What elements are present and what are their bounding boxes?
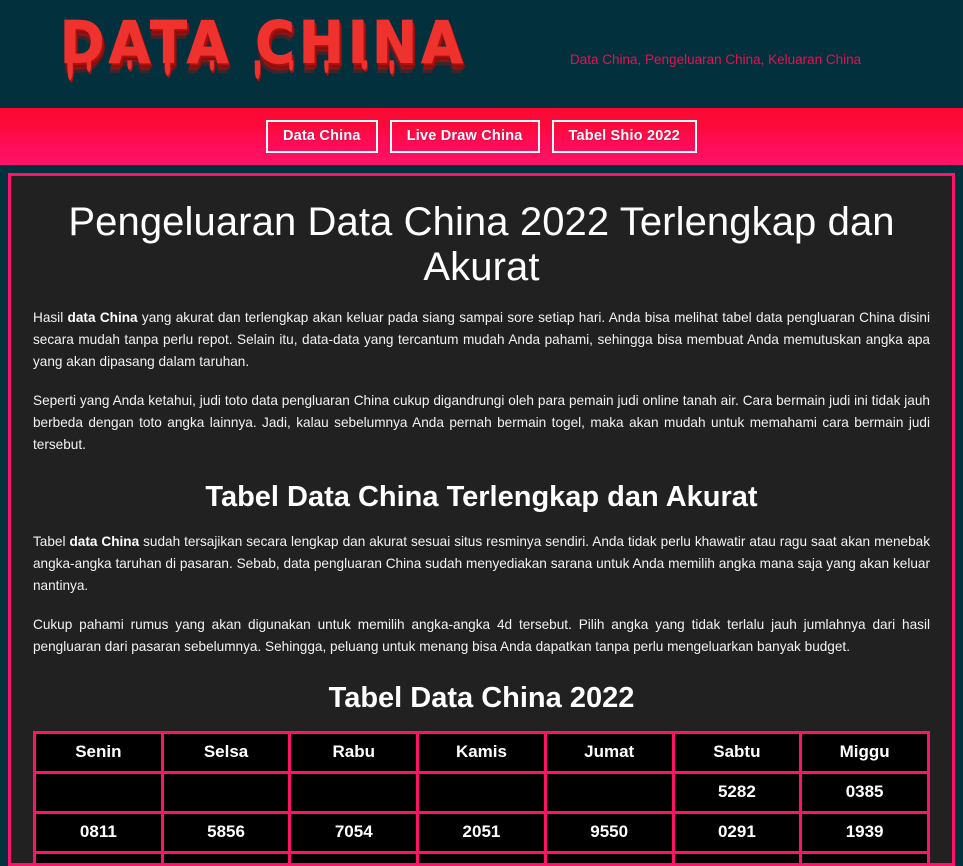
- table-head: Senin Selsa Rabu Kamis Jumat Sabtu Miggu: [33, 730, 930, 774]
- table-cell: [160, 770, 292, 814]
- paragraph-3-text-lead: Tabel: [33, 533, 70, 549]
- table-cell: [288, 770, 420, 814]
- table-cell: 5282: [671, 770, 803, 814]
- table-header-cell: Sabtu: [671, 730, 803, 774]
- table-title: Tabel Data China 2022: [328, 681, 635, 714]
- table-cell: 2074: [416, 850, 547, 863]
- data-china-table: Senin Selsa Rabu Kamis Jumat Sabtu Miggu 5282 0…: [33, 730, 930, 863]
- site-logo[interactable]: DATA CHINA: [59, 9, 467, 81]
- table-cell: [416, 770, 547, 814]
- nav-item-data-china[interactable]: Data China: [265, 119, 378, 154]
- logo-drip-icon: [127, 60, 132, 70]
- table-row: 5282 0385: [33, 770, 930, 814]
- paragraph-1-text-rest: yang akurat dan terlengkap akan keluar p…: [33, 309, 930, 369]
- logo-drip-icon: [254, 60, 261, 79]
- table-row: 0014135601802074687969989706: [33, 850, 930, 863]
- page-title: Pengeluaran Data China 2022 Terlengkap d…: [68, 200, 895, 289]
- table-header-cell: Senin: [33, 730, 164, 774]
- table-cell: 6998: [671, 850, 803, 863]
- table-cell: 7054: [288, 810, 420, 854]
- table-cell: 0180: [288, 850, 420, 863]
- logo-drip-icon: [86, 60, 92, 72]
- intro-paragraph-3: Tabel data China sudah tersajikan secara…: [33, 531, 930, 597]
- table-cell: 1356: [160, 850, 292, 863]
- table-cell: [33, 770, 164, 814]
- logo-drip-icon: [67, 60, 73, 81]
- table-cell: 1939: [799, 810, 930, 854]
- table-body: 5282038508115856705420519550029119390014…: [33, 770, 930, 863]
- logo-drip-icon: [164, 60, 171, 76]
- intro-paragraph-4: Cukup pahami rumus yang akan digunakan u…: [33, 616, 930, 654]
- nav-item-tabel-shio-2022[interactable]: Tabel Shio 2022: [551, 119, 698, 154]
- logo-drip-icon: [288, 60, 294, 71]
- table-header-cell: Miggu: [799, 730, 930, 774]
- logo-drip-icon: [389, 60, 394, 75]
- content-panel: Pengeluaran Data China 2022 Terlengkap d…: [8, 173, 955, 866]
- table-cell: 0811: [33, 810, 164, 854]
- table-cell: 2051: [416, 810, 547, 854]
- site-header: DATA CHINA Data China, Pengeluaran China…: [0, 0, 963, 108]
- table-header-cell: Jumat: [543, 730, 675, 774]
- table-header-cell: Kamis: [416, 730, 547, 774]
- table-header-cell: Selsa: [160, 730, 292, 774]
- table-cell: 0291: [671, 810, 803, 854]
- table-header-cell: Rabu: [288, 730, 420, 774]
- table-cell: 9550: [543, 810, 675, 854]
- paragraph-3-text-rest: sudah tersajikan secara lengkap dan akur…: [33, 533, 930, 593]
- logo-drip-icon: [209, 60, 215, 71]
- table-cell: 0385: [799, 770, 930, 814]
- table-cell: 6879: [543, 850, 675, 863]
- intro-paragraph-2: Seperti yang Anda ketahui, judi toto dat…: [33, 392, 930, 452]
- intro-paragraph-1: Hasil data China yang akurat dan terleng…: [33, 307, 930, 373]
- logo-drip-icon: [361, 60, 368, 70]
- logo-text-wrapper: DATA CHINA: [59, 9, 467, 81]
- table-header-row: Senin Selsa Rabu Kamis Jumat Sabtu Miggu: [33, 730, 930, 774]
- paragraph-1-bold-term: data China: [67, 309, 138, 325]
- table-cell: 9706: [799, 850, 930, 863]
- table-cell: 0014: [33, 850, 164, 863]
- site-tagline: Data China, Pengeluaran China, Keluaran …: [570, 52, 862, 67]
- logo-drip-icon: [324, 60, 329, 74]
- nav-item-live-draw-china[interactable]: Live Draw China: [389, 119, 540, 154]
- paragraph-1-text-lead: Hasil: [33, 309, 68, 325]
- paragraph-3-bold-term: data China: [69, 533, 140, 549]
- logo-text: DATA CHINA: [59, 9, 467, 77]
- section-title: Tabel Data China Terlengkap dan Akurat: [205, 480, 758, 513]
- main-navigation: Data China Live Draw China Tabel Shio 20…: [0, 108, 963, 165]
- table-row: 0811 5856 7054 2051 9550 0291 1939: [33, 810, 930, 854]
- table-cell: 5856: [160, 810, 292, 854]
- table-cell: [543, 770, 675, 814]
